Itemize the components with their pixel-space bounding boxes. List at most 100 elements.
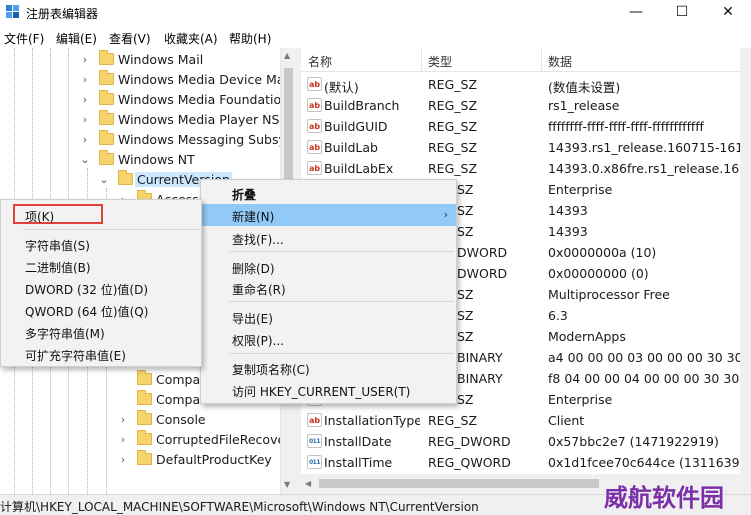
submenu-item-multi-string-value[interactable]: 多字符串值(M) [1,321,201,343]
value-type: REG_SZ [428,140,478,155]
submenu-item-label: 可扩充字符串值(E) [25,349,126,363]
value-data: 0x0000000a (10) [548,245,657,260]
menu-help[interactable]: 帮助(H) [229,30,271,47]
value-name: BuildLab [324,140,378,155]
menu-separator [229,251,454,252]
submenu-item-label: 多字符串值(M) [25,327,105,341]
string-value-icon: ab [307,161,322,175]
binary-value-icon: 011 [307,455,322,469]
expand-arrow-icon[interactable]: › [80,113,90,126]
scroll-left-icon[interactable]: ◀ [305,479,311,488]
submenu-item-binary-value[interactable]: 二进制值(B) [1,255,201,277]
submenu-item-qword-value[interactable]: QWORD (64 位)值(Q) [1,299,201,321]
tree-item[interactable]: › Console [0,410,280,430]
menu-file[interactable]: 文件(F) [4,30,44,47]
value-row[interactable]: ab (默认) REG_SZ (数值未设置) [301,74,740,95]
column-header-name[interactable]: 名称 [308,53,332,70]
minimize-button[interactable]: — [613,0,659,26]
string-value-icon: ab [307,140,322,154]
value-data: 14393 [548,203,588,218]
column-divider[interactable] [421,48,422,72]
context-item-label: 复制项名称(C) [232,363,310,377]
value-name: InstallTime [324,455,393,470]
value-row[interactable]: 011 InstallTime REG_QWORD 0x1d1fcee70c644ce… [301,452,740,473]
menu-view[interactable]: 查看(V) [109,30,151,47]
list-vertical-scrollbar[interactable] [740,48,751,494]
expand-arrow-icon[interactable]: › [80,53,90,66]
tree-item-label: CorruptedFileRecove [156,432,286,447]
submenu-item-label: 二进制值(B) [25,261,91,275]
tree-item[interactable]: › Windows Media Player NSS [0,110,287,130]
collapse-arrow-icon[interactable]: ⌄ [80,153,90,166]
tree-item[interactable]: › Windows Mail [0,50,280,70]
menu-favorites[interactable]: 收藏夹(A) [164,30,218,47]
value-name: InstallationType [324,413,420,428]
string-value-icon: ab [307,119,322,133]
expand-arrow-icon[interactable]: › [118,413,128,426]
folder-icon [99,110,114,125]
folder-icon [99,90,114,105]
status-path: 计算机\HKEY_LOCAL_MACHINE\SOFTWARE\Microsof… [0,500,479,514]
expand-arrow-icon[interactable]: › [80,133,90,146]
folder-icon [137,370,152,385]
folder-icon [99,150,114,165]
context-item-new[interactable]: 新建(N) › [201,204,456,226]
tree-item-windows-nt[interactable]: ⌄ Windows NT [0,150,280,170]
tree-item[interactable]: › CorruptedFileRecove [0,430,285,450]
tree-item[interactable]: › DefaultProductKey [0,450,280,470]
context-item-permissions[interactable]: 权限(P)... [201,328,456,350]
value-row[interactable]: ab BuildLabEx REG_SZ 14393.0.x86fre.rs1_rel… [301,158,740,179]
value-type: REG_SZ [428,161,478,176]
value-type: REG_SZ [428,119,478,134]
tree-item-label: Compa [156,372,201,387]
value-row[interactable]: 011 InstallDate REG_DWORD 0x57bbc2e7 (14719… [301,431,740,452]
submenu-item-dword-value[interactable]: DWORD (32 位)值(D) [1,277,201,299]
value-data: Enterprise [548,392,613,407]
maximize-button[interactable]: ☐ [659,0,705,26]
context-item-delete[interactable]: 删除(D) [201,256,456,278]
column-header-type[interactable]: 类型 [428,53,452,70]
title-bar: 注册表编辑器 — ☐ ✕ [0,0,751,26]
value-row[interactable]: ab BuildGUID REG_SZ ffffffff-ffff-ffff-ffff… [301,116,740,137]
value-type: REG_DWORD [428,434,511,449]
value-name: BuildGUID [324,119,388,134]
tree-item[interactable]: › Windows Messaging Subsy [0,130,286,150]
expand-arrow-icon[interactable]: › [118,433,128,446]
value-row[interactable]: ab InstallationType REG_SZ Client [301,410,740,431]
collapse-arrow-icon[interactable]: ⌄ [99,173,109,186]
value-name: BuildBranch [324,98,400,113]
expand-arrow-icon[interactable]: › [80,73,90,86]
tree-item[interactable]: › Windows Media Foundatior [0,90,286,110]
submenu-item-expandable-string-value[interactable]: 可扩充字符串值(E) [1,343,201,365]
context-item-label: 重命名(R) [232,283,286,297]
expand-arrow-icon[interactable]: › [118,453,128,466]
submenu-item-label: 项(K) [25,210,55,224]
submenu-item-string-value[interactable]: 字符串值(S) [1,233,201,255]
list-header: 名称 类型 数据 [301,48,740,72]
value-row[interactable]: ab BuildBranch REG_SZ rs1_release [301,95,740,116]
context-item-find[interactable]: 查找(F)... [201,227,456,249]
context-item-rename[interactable]: 重命名(R) [201,277,456,299]
scroll-up-icon[interactable]: ▲ [284,51,290,60]
context-item-label: 访问 HKEY_CURRENT_USER(T) [232,385,411,399]
column-divider[interactable] [541,48,542,72]
submenu-item-key[interactable]: 项(K) [1,204,201,226]
context-item-copy-key-name[interactable]: 复制项名称(C) [201,357,456,379]
value-data: 0x57bbc2e7 (1471922919) [548,434,719,449]
context-item-goto-hkcu[interactable]: 访问 HKEY_CURRENT_USER(T) [201,379,456,401]
scroll-down-icon[interactable]: ▼ [284,480,290,489]
expand-arrow-icon[interactable]: › [80,93,90,106]
context-item-collapse[interactable]: 折叠 [201,182,456,204]
value-row[interactable]: ab BuildLab REG_SZ 14393.rs1_release.160715… [301,137,740,158]
menu-edit[interactable]: 编辑(E) [56,30,97,47]
tree-item-label: Windows Media Player NSS [118,112,288,127]
value-type: REG_SZ [428,413,478,428]
tree-item[interactable]: › Windows Media Device Ma [0,70,284,90]
value-type: REG_SZ [428,77,478,92]
close-button[interactable]: ✕ [705,0,751,26]
value-data: f8 04 00 00 04 00 00 00 30 30 0 [548,371,740,386]
submenu-arrow-icon: › [443,208,448,221]
column-header-data[interactable]: 数据 [548,53,572,70]
list-hscroll-thumb[interactable] [319,479,599,488]
context-item-export[interactable]: 导出(E) [201,306,456,328]
